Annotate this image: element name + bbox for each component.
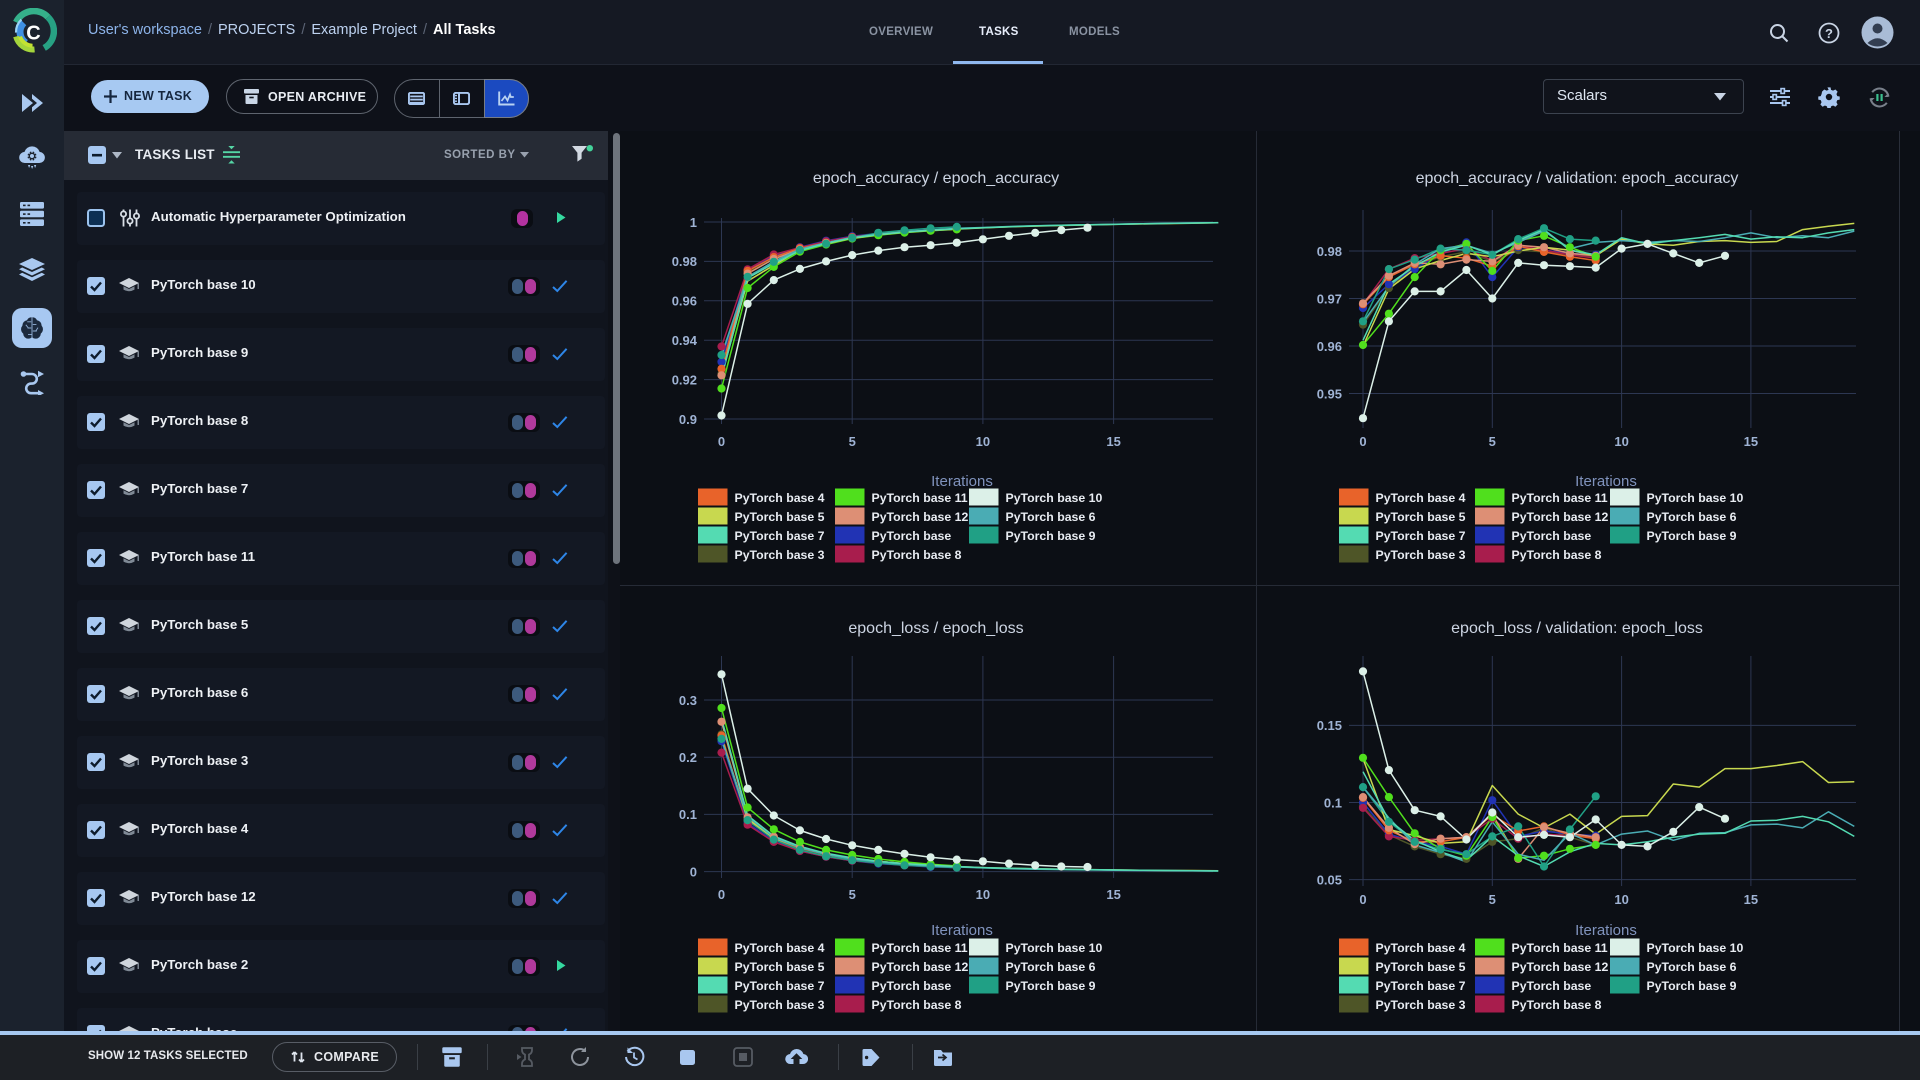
svg-text:PyTorch base 7: PyTorch base 7 bbox=[735, 529, 825, 543]
svg-text:PyTorch base 9: PyTorch base 9 bbox=[1006, 529, 1096, 543]
svg-text:PyTorch base 7: PyTorch base 7 bbox=[735, 979, 825, 993]
svg-text:PyTorch base 3: PyTorch base 3 bbox=[735, 548, 825, 562]
svg-text:PyTorch base 3: PyTorch base 3 bbox=[1376, 998, 1466, 1012]
svg-text:PyTorch base 10: PyTorch base 10 bbox=[1006, 941, 1103, 955]
svg-text:PyTorch base 5: PyTorch base 5 bbox=[1376, 510, 1466, 524]
svg-text:0.96: 0.96 bbox=[672, 294, 697, 309]
svg-text:PyTorch base 9: PyTorch base 9 bbox=[1647, 979, 1737, 993]
svg-text:PyTorch base 8: PyTorch base 8 bbox=[872, 548, 962, 562]
svg-text:PyTorch base 8: PyTorch base 8 bbox=[1512, 548, 1602, 562]
svg-text:epoch_accuracy / epoch_accurac: epoch_accuracy / epoch_accuracy bbox=[813, 170, 1059, 187]
svg-text:0: 0 bbox=[690, 864, 697, 879]
svg-text:0.98: 0.98 bbox=[1317, 244, 1342, 259]
svg-text:5: 5 bbox=[849, 887, 856, 902]
svg-text:PyTorch base 11: PyTorch base 11 bbox=[1512, 491, 1608, 505]
svg-text:10: 10 bbox=[976, 434, 990, 449]
svg-text:epoch_accuracy / validation: e: epoch_accuracy / validation: epoch_accur… bbox=[1416, 170, 1739, 187]
svg-text:15: 15 bbox=[1106, 434, 1120, 449]
svg-text:PyTorch base 11: PyTorch base 11 bbox=[872, 491, 968, 505]
svg-text:PyTorch base 5: PyTorch base 5 bbox=[1376, 960, 1466, 974]
svg-text:PyTorch base 5: PyTorch base 5 bbox=[735, 960, 825, 974]
svg-text:0: 0 bbox=[718, 434, 725, 449]
svg-text:0.1: 0.1 bbox=[1324, 795, 1342, 810]
svg-text:PyTorch base 7: PyTorch base 7 bbox=[1376, 979, 1466, 993]
svg-text:0.98: 0.98 bbox=[672, 254, 697, 269]
svg-text:PyTorch base 12: PyTorch base 12 bbox=[872, 510, 969, 524]
svg-text:PyTorch base 12: PyTorch base 12 bbox=[1512, 960, 1609, 974]
svg-text:PyTorch base 5: PyTorch base 5 bbox=[735, 510, 825, 524]
svg-text:0: 0 bbox=[718, 887, 725, 902]
svg-text:PyTorch base 10: PyTorch base 10 bbox=[1006, 491, 1103, 505]
svg-text:0.95: 0.95 bbox=[1317, 386, 1342, 401]
svg-text:PyTorch base 12: PyTorch base 12 bbox=[1512, 510, 1609, 524]
svg-text:0.96: 0.96 bbox=[1317, 339, 1342, 354]
svg-text:15: 15 bbox=[1744, 892, 1758, 907]
svg-text:0: 0 bbox=[1359, 892, 1366, 907]
svg-text:0.1: 0.1 bbox=[679, 807, 697, 822]
svg-text:5: 5 bbox=[1489, 434, 1496, 449]
svg-text:PyTorch base 8: PyTorch base 8 bbox=[1512, 998, 1602, 1012]
svg-text:PyTorch base 7: PyTorch base 7 bbox=[1376, 529, 1466, 543]
svg-text:0.92: 0.92 bbox=[672, 372, 697, 387]
svg-text:1: 1 bbox=[690, 215, 697, 230]
svg-text:Iterations: Iterations bbox=[1575, 922, 1637, 939]
svg-text:PyTorch base 10: PyTorch base 10 bbox=[1647, 491, 1744, 505]
svg-text:10: 10 bbox=[1614, 892, 1628, 907]
svg-text:PyTorch base: PyTorch base bbox=[1512, 979, 1592, 993]
svg-text:PyTorch base 4: PyTorch base 4 bbox=[735, 491, 825, 505]
svg-text:5: 5 bbox=[1489, 892, 1496, 907]
svg-text:PyTorch base: PyTorch base bbox=[872, 529, 952, 543]
svg-text:0.97: 0.97 bbox=[1317, 291, 1342, 306]
svg-text:10: 10 bbox=[1614, 434, 1628, 449]
svg-text:PyTorch base 6: PyTorch base 6 bbox=[1006, 960, 1096, 974]
svg-text:PyTorch base 6: PyTorch base 6 bbox=[1006, 510, 1096, 524]
svg-text:0.2: 0.2 bbox=[679, 750, 697, 765]
svg-text:PyTorch base 12: PyTorch base 12 bbox=[872, 960, 969, 974]
svg-text:?: ? bbox=[1825, 26, 1833, 41]
svg-text:PyTorch base 4: PyTorch base 4 bbox=[1376, 941, 1466, 955]
svg-text:0: 0 bbox=[1359, 434, 1366, 449]
svg-text:PyTorch base 6: PyTorch base 6 bbox=[1647, 510, 1737, 524]
svg-text:PyTorch base 4: PyTorch base 4 bbox=[735, 941, 825, 955]
svg-text:10: 10 bbox=[976, 887, 990, 902]
svg-text:5: 5 bbox=[849, 434, 856, 449]
svg-text:0.9: 0.9 bbox=[679, 412, 697, 427]
svg-text:PyTorch base 8: PyTorch base 8 bbox=[872, 998, 962, 1012]
svg-text:epoch_loss / epoch_loss: epoch_loss / epoch_loss bbox=[848, 620, 1023, 637]
svg-text:PyTorch base 10: PyTorch base 10 bbox=[1647, 941, 1744, 955]
svg-text:Iterations: Iterations bbox=[931, 473, 993, 490]
svg-text:15: 15 bbox=[1106, 887, 1120, 902]
svg-text:PyTorch base 4: PyTorch base 4 bbox=[1376, 491, 1466, 505]
svg-text:PyTorch base: PyTorch base bbox=[1512, 529, 1592, 543]
svg-text:PyTorch base 9: PyTorch base 9 bbox=[1006, 979, 1096, 993]
svg-text:0.05: 0.05 bbox=[1317, 872, 1342, 887]
svg-text:PyTorch base 3: PyTorch base 3 bbox=[735, 998, 825, 1012]
svg-text:0.94: 0.94 bbox=[672, 333, 698, 348]
svg-text:PyTorch base 9: PyTorch base 9 bbox=[1647, 529, 1737, 543]
svg-text:PyTorch base 11: PyTorch base 11 bbox=[872, 941, 968, 955]
svg-text:PyTorch base 3: PyTorch base 3 bbox=[1376, 548, 1466, 562]
svg-text:PyTorch base: PyTorch base bbox=[872, 979, 952, 993]
svg-text:PyTorch base 11: PyTorch base 11 bbox=[1512, 941, 1608, 955]
svg-text:Iterations: Iterations bbox=[1575, 473, 1637, 490]
svg-text:15: 15 bbox=[1744, 434, 1758, 449]
svg-text:0.15: 0.15 bbox=[1317, 718, 1342, 733]
svg-text:Iterations: Iterations bbox=[931, 922, 993, 939]
svg-text:C: C bbox=[26, 23, 40, 45]
svg-text:0.3: 0.3 bbox=[679, 693, 697, 708]
svg-text:epoch_loss / validation: epoch: epoch_loss / validation: epoch_loss bbox=[1451, 620, 1703, 637]
svg-text:PyTorch base 6: PyTorch base 6 bbox=[1647, 960, 1737, 974]
